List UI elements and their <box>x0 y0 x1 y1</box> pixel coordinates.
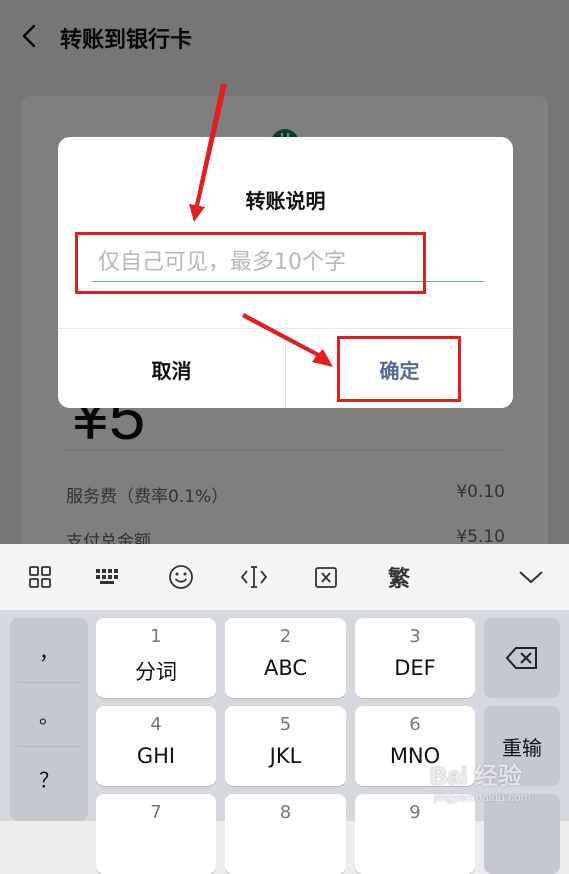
key-1[interactable]: 1 分词 <box>96 618 216 698</box>
keyboard-icon[interactable] <box>93 562 123 592</box>
period-key[interactable]: 。 <box>10 684 88 744</box>
clipboard-icon[interactable] <box>311 562 341 592</box>
backspace-key[interactable] <box>484 618 560 698</box>
key-5[interactable]: 5 JKL <box>225 706 346 786</box>
annotation-box-input <box>75 232 426 294</box>
watermark-text: Bai 经验 <box>430 763 523 790</box>
menu-grid-icon[interactable] <box>25 562 55 592</box>
separator <box>18 746 80 747</box>
key-letters: DEF <box>394 656 436 680</box>
keyboard-toolbar: 繁 <box>0 544 569 610</box>
key-7[interactable]: 7 <box>96 794 216 874</box>
key-number: 2 <box>279 626 292 647</box>
key-4[interactable]: 4 GHI <box>96 706 216 786</box>
key-number: 3 <box>409 626 421 647</box>
annotation-box-confirm <box>337 336 461 402</box>
question-key[interactable]: ？ <box>10 748 88 808</box>
baidu-watermark: Bai 经验 jingyan.baidu.com <box>420 752 560 814</box>
cancel-button[interactable]: 取消 <box>58 329 286 408</box>
cursor-icon[interactable] <box>239 562 269 592</box>
key-number: 6 <box>409 714 421 735</box>
key-letters: ABC <box>263 656 308 680</box>
key-3[interactable]: 3 DEF <box>355 618 475 698</box>
key-letters: JKL <box>269 744 302 768</box>
backspace-icon <box>505 647 537 669</box>
emoji-icon[interactable] <box>166 562 196 592</box>
key-number: 5 <box>279 714 292 735</box>
key-letters: 分词 <box>135 660 177 684</box>
key-number: 7 <box>150 802 162 823</box>
key-number: 4 <box>150 714 162 735</box>
separator <box>18 682 80 683</box>
traditional-chinese-toggle[interactable]: 繁 <box>384 562 414 592</box>
key-number: 8 <box>279 802 292 823</box>
collapse-icon[interactable] <box>516 562 546 592</box>
dialog-title: 转账说明 <box>245 189 326 213</box>
key-number: 1 <box>150 626 162 647</box>
key-2[interactable]: 2 ABC <box>225 618 346 698</box>
key-letters: GHI <box>136 744 176 768</box>
punctuation-column: ， 。 ？ <box>10 618 88 821</box>
watermark-sub: jingyan.baidu.com <box>434 790 531 804</box>
comma-key[interactable]: ， <box>10 620 88 680</box>
key-8[interactable]: 8 <box>225 794 346 874</box>
